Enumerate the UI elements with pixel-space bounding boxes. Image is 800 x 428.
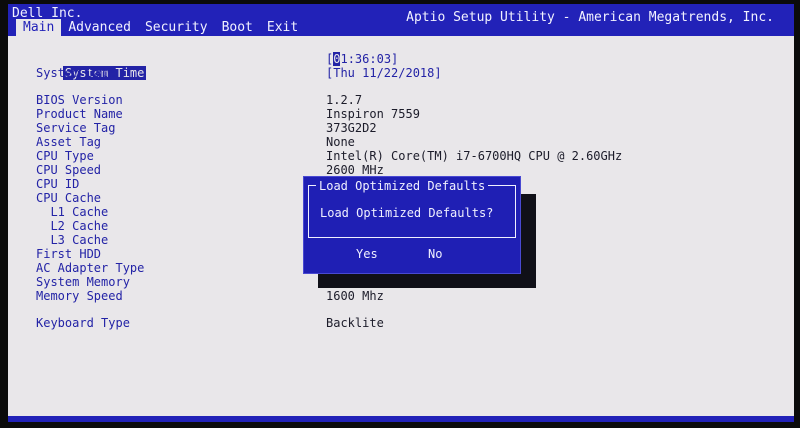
yes-button[interactable]: Yes xyxy=(356,247,378,261)
info-value-bios-version: 1.2.7 xyxy=(326,93,363,107)
bottom-bar xyxy=(8,416,794,422)
info-label-l3-cache: L3 Cache xyxy=(36,233,109,247)
load-defaults-dialog: Load Optimized Defaults Load Optimized D… xyxy=(303,176,521,274)
info-value-memory-speed: 1600 Mhz xyxy=(326,289,384,303)
tab-exit[interactable]: Exit xyxy=(260,19,305,36)
info-label-service-tag: Service Tag xyxy=(36,121,116,135)
info-value-product-name: Inspiron 7559 xyxy=(326,107,420,121)
info-label-cpu-cache: CPU Cache xyxy=(36,191,102,205)
dialog-message: Load Optimized Defaults? xyxy=(320,206,494,220)
dialog-title: Load Optimized Defaults xyxy=(316,179,489,193)
dialog-frame-divider xyxy=(308,237,516,238)
app-title: Aptio Setup Utility - American Megatrend… xyxy=(406,10,774,25)
info-label-l1-cache: L1 Cache xyxy=(36,205,109,219)
info-label-bios-version: BIOS Version xyxy=(36,93,123,107)
system-time-value[interactable]: [01:36:03] xyxy=(326,52,398,66)
info-label-system-memory: System Memory xyxy=(36,275,130,289)
info-value-service-tag: 373G2D2 xyxy=(326,121,377,135)
info-value-cpu-type: Intel(R) Core(TM) i7-6700HQ CPU @ 2.60GH… xyxy=(326,149,623,163)
tab-main[interactable]: Main xyxy=(16,19,62,36)
title-bar: Dell Inc. Aptio Setup Utility - American… xyxy=(8,4,794,36)
info-label-cpu-type: CPU Type xyxy=(36,149,94,163)
info-label-asset-tag: Asset Tag xyxy=(36,135,102,149)
info-value-cpu-speed: 2600 MHz xyxy=(326,163,384,177)
system-time-rest: 1:36:03] xyxy=(340,52,399,66)
info-label-ac-adapter-type: AC Adapter Type xyxy=(36,261,145,275)
system-date-label[interactable]: System Date xyxy=(36,66,115,80)
tab-advanced[interactable]: Advanced xyxy=(61,19,138,36)
info-label-product-name: Product Name xyxy=(36,107,123,121)
info-label-memory-speed: Memory Speed xyxy=(36,289,123,303)
info-value-asset-tag: None xyxy=(326,135,355,149)
no-button[interactable]: No xyxy=(428,247,442,261)
info-label-cpu-speed: CPU Speed xyxy=(36,163,102,177)
info-label-first-hdd: First HDD xyxy=(36,247,102,261)
keyboard-type-label[interactable]: Keyboard Type xyxy=(36,316,130,330)
info-label-l2-cache: L2 Cache xyxy=(36,219,109,233)
tab-boot[interactable]: Boot xyxy=(215,19,260,36)
tab-security[interactable]: Security xyxy=(138,19,215,36)
menu-tabs: Main Advanced Security Boot Exit xyxy=(16,19,305,36)
system-date-value[interactable]: [Thu 11/22/2018] xyxy=(326,66,442,80)
keyboard-type-value[interactable]: Backlite xyxy=(326,316,384,330)
bios-screen: Dell Inc. Aptio Setup Utility - American… xyxy=(8,4,794,422)
info-label-cpu-id: CPU ID xyxy=(36,177,80,191)
